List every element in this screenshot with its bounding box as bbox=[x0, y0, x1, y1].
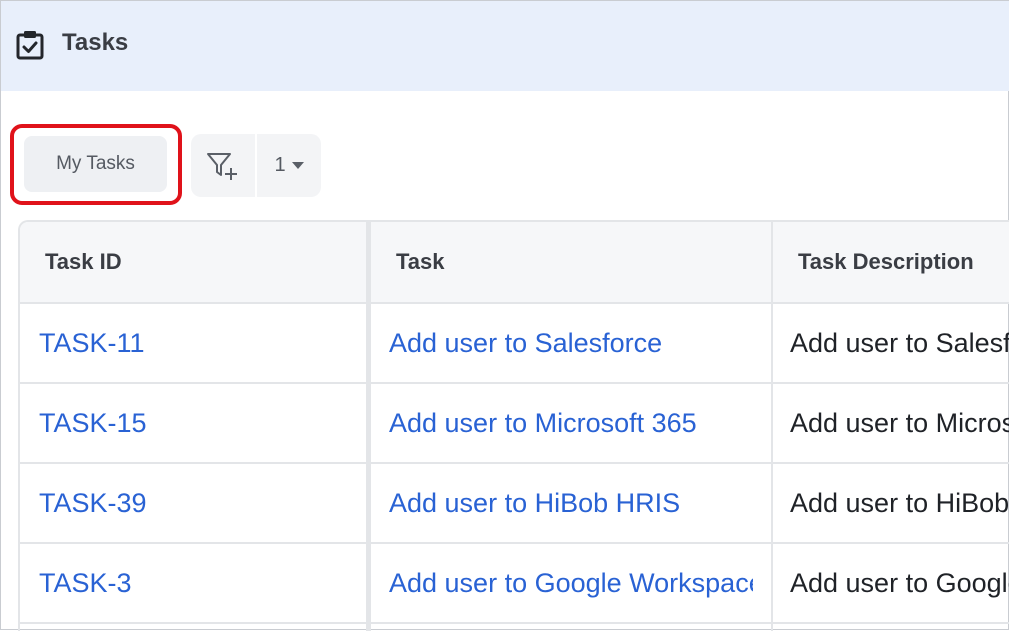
table-row[interactable]: TASK-39 Add user to HiBob HRIS Add user … bbox=[20, 464, 1009, 544]
task-name-link[interactable]: Add user to Google Workspace bbox=[389, 544, 753, 622]
task-description: Add user to Salesforce bbox=[790, 327, 1009, 358]
filter-group: 1 bbox=[191, 134, 321, 197]
task-id-link[interactable]: TASK-39 bbox=[39, 464, 359, 542]
column-header-task-description[interactable]: Task Description bbox=[773, 222, 1009, 302]
toolbar: My Tasks 1 bbox=[1, 121, 1009, 205]
page-title: Tasks bbox=[62, 29, 129, 56]
column-header-task-id[interactable]: Task ID bbox=[20, 222, 366, 302]
task-description: Add user to Google Workspace bbox=[790, 567, 1009, 598]
filter-add-icon bbox=[207, 152, 237, 180]
page-header: Tasks bbox=[1, 1, 1009, 91]
task-description: Add user to Microsoft 365 bbox=[790, 407, 1009, 438]
caret-down-icon bbox=[291, 161, 304, 169]
table-header: Task ID Task Task Description bbox=[20, 222, 1009, 304]
task-id-link[interactable]: TASK-3 bbox=[39, 544, 359, 622]
filter-count: 1 bbox=[274, 154, 286, 176]
add-filter-button[interactable] bbox=[191, 134, 255, 197]
task-id-link[interactable]: TASK-15 bbox=[39, 384, 359, 462]
task-name-link[interactable]: Add user to HiBob HRIS bbox=[389, 464, 753, 542]
task-name-link[interactable]: Add user to Microsoft 365 bbox=[389, 384, 753, 462]
tasks-table: Task ID Task Task Description TASK-11 Ad… bbox=[18, 220, 1009, 631]
my-tasks-button[interactable]: My Tasks bbox=[24, 136, 167, 192]
my-tasks-highlight: My Tasks bbox=[10, 124, 182, 205]
task-description: Add user to HiBob HRIS bbox=[790, 487, 1009, 518]
clipboard-check-icon bbox=[16, 31, 44, 60]
task-id-link[interactable]: TASK-11 bbox=[39, 304, 359, 382]
filter-count-dropdown[interactable]: 1 bbox=[257, 134, 321, 197]
table-row[interactable]: TASK-3 Add user to Google Workspace Add … bbox=[20, 544, 1009, 624]
table-row[interactable]: TASK-15 Add user to Microsoft 365 Add us… bbox=[20, 384, 1009, 464]
column-header-task[interactable]: Task bbox=[371, 222, 771, 302]
task-name-link[interactable]: Add user to Salesforce bbox=[389, 304, 753, 382]
table-row[interactable]: TASK-11 Add user to Salesforce Add user … bbox=[20, 304, 1009, 384]
